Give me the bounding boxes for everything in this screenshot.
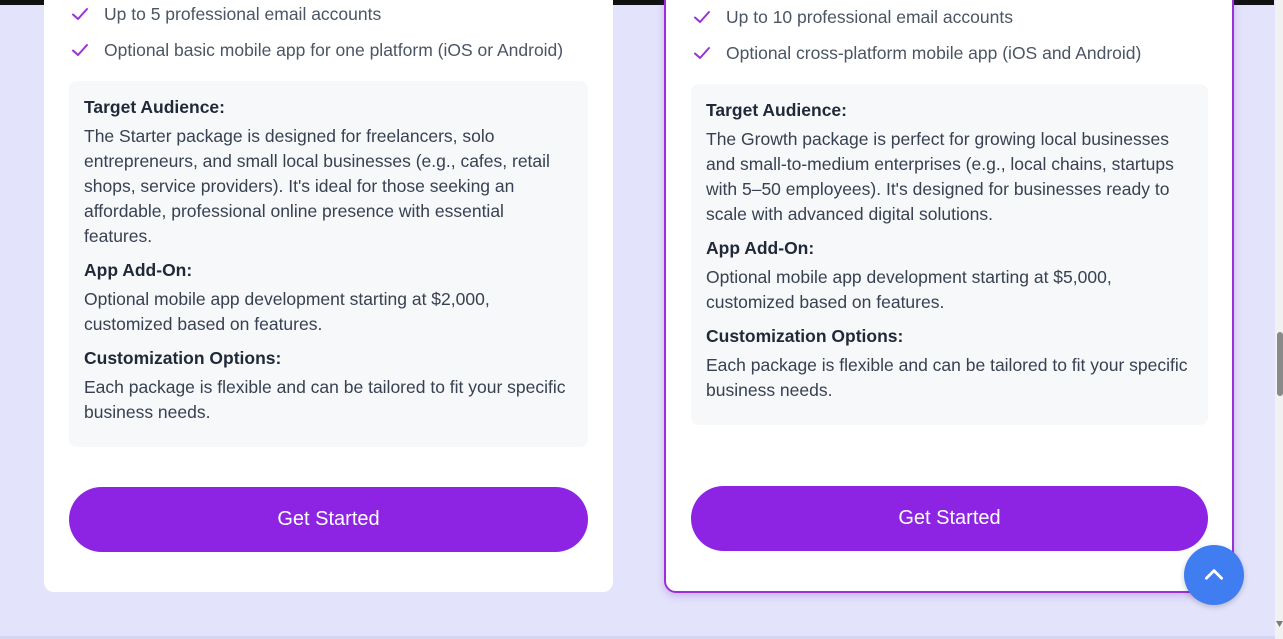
package-details: Target Audience: The Growth package is p…	[691, 84, 1208, 425]
scroll-down-arrow-icon[interactable]	[1276, 620, 1283, 628]
package-details: Target Audience: The Starter package is …	[69, 81, 588, 447]
customization-text: Each package is flexible and can be tail…	[706, 355, 1188, 400]
pricing-card-growth: Up to 10 professional email accounts Opt…	[664, 0, 1234, 593]
scroll-to-top-button[interactable]	[1184, 545, 1244, 605]
feature-text: Up to 10 professional email accounts	[726, 6, 1013, 27]
get-started-button[interactable]: Get Started	[691, 486, 1208, 551]
feature-text: Up to 5 professional email accounts	[104, 3, 382, 24]
customization-heading: Customization Options:	[706, 326, 904, 346]
feature-item: Up to 10 professional email accounts	[692, 0, 1141, 35]
check-icon	[70, 40, 90, 60]
check-icon	[70, 4, 90, 24]
feature-text: Optional cross-platform mobile app (iOS …	[726, 42, 1142, 63]
app-addon-text: Optional mobile app development starting…	[706, 267, 1112, 312]
chevron-up-icon	[1205, 569, 1223, 580]
target-audience-heading: Target Audience:	[706, 100, 847, 120]
target-audience-text: The Growth package is perfect for growin…	[706, 129, 1174, 224]
app-addon-text: Optional mobile app development starting…	[84, 289, 490, 334]
scrollbar-track[interactable]	[1275, 0, 1283, 639]
check-icon	[692, 7, 712, 27]
target-audience-text: The Starter package is designed for free…	[84, 126, 550, 246]
feature-item: Up to 5 professional email accounts	[70, 0, 563, 32]
feature-item: Optional basic mobile app for one platfo…	[70, 32, 563, 68]
get-started-button[interactable]: Get Started	[69, 487, 588, 552]
feature-item: Optional cross-platform mobile app (iOS …	[692, 35, 1141, 71]
app-addon-heading: App Add-On:	[84, 260, 193, 280]
pricing-card-starter: Up to 5 professional email accounts Opti…	[44, 0, 613, 592]
customization-heading: Customization Options:	[84, 348, 282, 368]
feature-list: Up to 10 professional email accounts Opt…	[692, 0, 1141, 71]
feature-list: Up to 5 professional email accounts Opti…	[70, 0, 563, 68]
scrollbar-thumb[interactable]	[1277, 332, 1283, 396]
customization-text: Each package is flexible and can be tail…	[84, 377, 566, 422]
target-audience-heading: Target Audience:	[84, 97, 225, 117]
feature-text: Optional basic mobile app for one platfo…	[104, 39, 564, 60]
app-addon-heading: App Add-On:	[706, 238, 815, 258]
check-icon	[692, 43, 712, 63]
